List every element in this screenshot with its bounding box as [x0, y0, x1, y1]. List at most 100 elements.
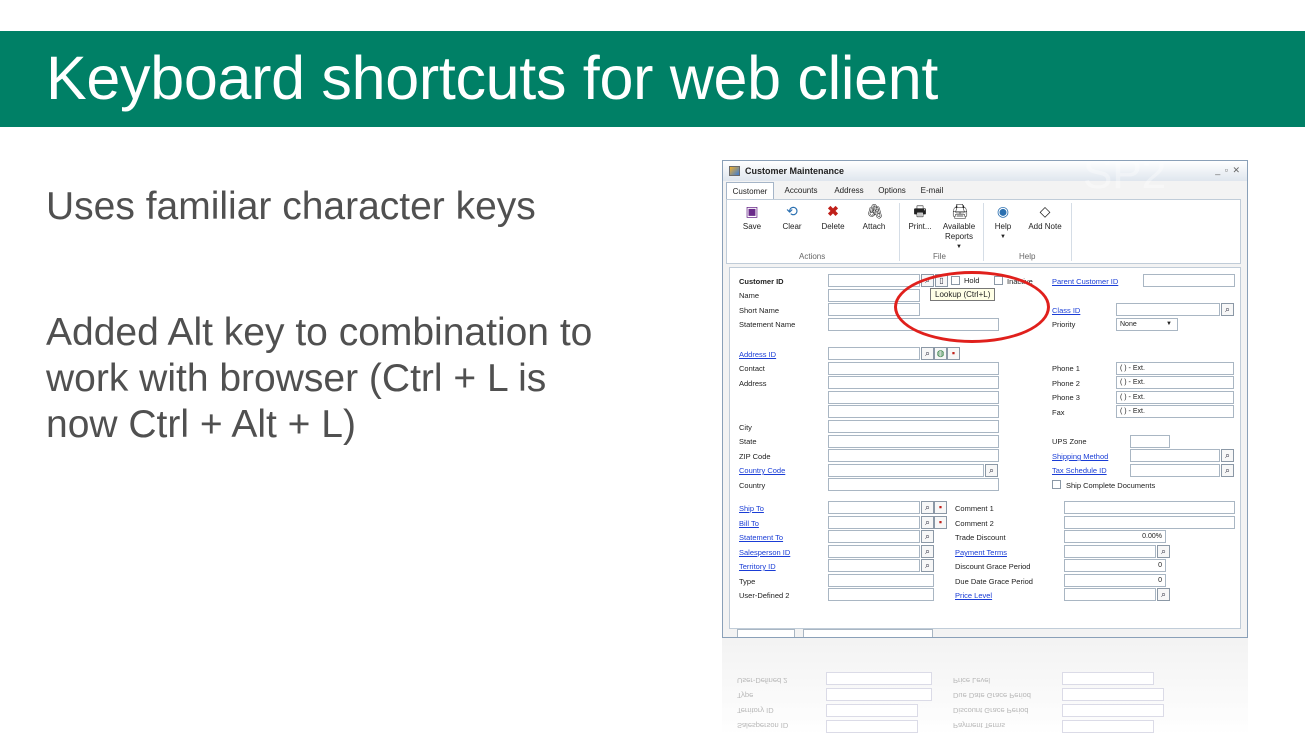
bullet-familiar-keys: Uses familiar character keys [46, 185, 536, 228]
tab-customer[interactable]: Customer [726, 182, 774, 199]
address-line2-input[interactable] [828, 391, 999, 404]
priority-select[interactable]: None ▼ [1116, 318, 1178, 331]
class-id-lookup-icon[interactable]: ⌕ [1221, 303, 1234, 316]
payment-terms-link[interactable]: Payment Terms [955, 548, 1007, 557]
window-controls[interactable]: _ ▫ ✕ [1215, 165, 1241, 176]
help-button[interactable]: ◉ Help ▼ [989, 204, 1017, 242]
ups-zone-input[interactable] [1130, 435, 1170, 448]
country-code-link[interactable]: Country Code [739, 466, 785, 475]
statement-name-label: Statement Name [739, 320, 796, 329]
type-input[interactable] [828, 574, 934, 587]
address-id-link[interactable]: Address ID [739, 350, 776, 359]
parent-customer-id-input[interactable] [1143, 274, 1235, 287]
city-label: City [739, 423, 752, 432]
fax-input[interactable]: ( ) - Ext. [1116, 405, 1234, 418]
phone1-input[interactable]: ( ) - Ext. [1116, 362, 1234, 375]
reports-icon: 🖨 [951, 203, 969, 219]
reflection-field [826, 688, 932, 701]
type-label: Type [739, 577, 756, 586]
contact-input[interactable] [828, 362, 999, 375]
shipping-method-link[interactable]: Shipping Method [1052, 452, 1108, 461]
trade-discount-input[interactable]: 0.00% [1064, 530, 1166, 543]
tax-schedule-lookup-icon[interactable]: ⌕ [1221, 464, 1234, 477]
country-input[interactable] [828, 478, 999, 491]
address-line3-input[interactable] [828, 405, 999, 418]
available-reports-button[interactable]: 🖨 Available Reports ▼ [941, 204, 977, 252]
ship-to-link[interactable]: Ship To [739, 504, 764, 513]
salesperson-id-input[interactable] [828, 545, 920, 558]
phone3-input[interactable]: ( ) - Ext. [1116, 391, 1234, 404]
user-defined-2-input[interactable] [828, 588, 934, 601]
bill-to-flag-icon[interactable]: ▪ [934, 516, 947, 529]
payment-terms-input[interactable] [1064, 545, 1156, 558]
reflection-label: Price Level [953, 676, 991, 685]
globe-icon[interactable]: ◍ [934, 347, 947, 360]
shipping-method-input[interactable] [1130, 449, 1220, 462]
territory-id-link[interactable]: Territory ID [739, 562, 776, 571]
clear-button[interactable]: ⟲ Clear [777, 204, 807, 232]
phone2-input[interactable]: ( ) - Ext. [1116, 376, 1234, 389]
due-date-grace-input[interactable]: 0 [1064, 574, 1166, 587]
country-code-lookup-icon[interactable]: ⌕ [985, 464, 998, 477]
tax-schedule-id-input[interactable] [1130, 464, 1220, 477]
attach-icon: 🖇 [866, 203, 884, 219]
note-flag-icon[interactable]: ▪ [947, 347, 960, 360]
ship-to-lookup-icon[interactable]: ⌕ [921, 501, 934, 514]
tab-options[interactable]: Options [872, 182, 912, 199]
tab-email[interactable]: E-mail [914, 182, 950, 199]
customer-id-input[interactable] [828, 274, 920, 287]
print-icon: 🖶 [913, 203, 927, 219]
add-note-button[interactable]: ◇ Add Note [1027, 204, 1063, 232]
save-button[interactable]: ▣ Save [737, 204, 767, 232]
country-code-input[interactable] [828, 464, 984, 477]
bill-to-lookup-icon[interactable]: ⌕ [921, 516, 934, 529]
salesperson-id-link[interactable]: Salesperson ID [739, 548, 790, 557]
delete-button[interactable]: ✖ Delete [817, 204, 849, 232]
bill-to-input[interactable] [828, 516, 920, 529]
salesperson-lookup-icon[interactable]: ⌕ [921, 545, 934, 558]
contact-label: Contact [739, 364, 765, 373]
window-reflection: User-Defined 2 Type Territory ID Salespe… [722, 638, 1248, 734]
statement-to-input[interactable] [828, 530, 920, 543]
fax-label: Fax [1052, 408, 1065, 417]
status-field-1[interactable] [737, 629, 795, 637]
ship-complete-checkbox[interactable] [1052, 480, 1061, 489]
comment1-label: Comment 1 [955, 504, 994, 513]
note-icon: ◇ [1039, 203, 1051, 219]
comment2-input[interactable] [1064, 516, 1235, 529]
window-title: Customer Maintenance [745, 166, 845, 176]
city-input[interactable] [828, 420, 999, 433]
class-id-input[interactable] [1116, 303, 1220, 316]
comment1-input[interactable] [1064, 501, 1235, 514]
attach-button[interactable]: 🖇 Attach [858, 204, 890, 232]
ship-to-input[interactable] [828, 501, 920, 514]
state-input[interactable] [828, 435, 999, 448]
zip-code-label: ZIP Code [739, 452, 771, 461]
ship-to-flag-icon[interactable]: ▪ [934, 501, 947, 514]
price-level-input[interactable] [1064, 588, 1156, 601]
address-line1-input[interactable] [828, 376, 999, 389]
reflection-label: Payment Terms [953, 721, 1005, 730]
territory-id-input[interactable] [828, 559, 920, 572]
statement-to-link[interactable]: Statement To [739, 533, 783, 542]
status-field-2[interactable] [803, 629, 933, 637]
zip-code-input[interactable] [828, 449, 999, 462]
shipping-method-lookup-icon[interactable]: ⌕ [1221, 449, 1234, 462]
tax-schedule-id-link[interactable]: Tax Schedule ID [1052, 466, 1107, 475]
tab-address[interactable]: Address [828, 182, 870, 199]
territory-lookup-icon[interactable]: ⌕ [921, 559, 934, 572]
tab-accounts[interactable]: Accounts [778, 182, 824, 199]
address-id-input[interactable] [828, 347, 920, 360]
priority-label: Priority [1052, 320, 1076, 329]
ups-zone-label: UPS Zone [1052, 437, 1087, 446]
statement-to-lookup-icon[interactable]: ⌕ [921, 530, 934, 543]
parent-customer-id-link[interactable]: Parent Customer ID [1052, 277, 1118, 286]
price-level-lookup-icon[interactable]: ⌕ [1157, 588, 1170, 601]
print-button[interactable]: 🖶 Print... [905, 204, 935, 232]
bill-to-link[interactable]: Bill To [739, 519, 759, 528]
class-id-link[interactable]: Class ID [1052, 306, 1080, 315]
address-id-lookup-icon[interactable]: ⌕ [921, 347, 934, 360]
price-level-link[interactable]: Price Level [955, 591, 992, 600]
payment-terms-lookup-icon[interactable]: ⌕ [1157, 545, 1170, 558]
discount-grace-input[interactable]: 0 [1064, 559, 1166, 572]
